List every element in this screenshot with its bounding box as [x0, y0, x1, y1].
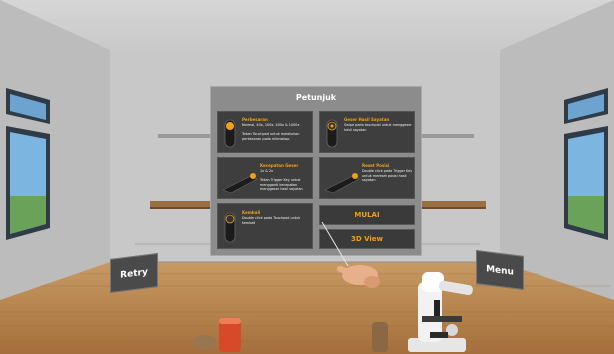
start-button[interactable]: MULAI: [319, 205, 415, 225]
card-title: Kecepatan Geser: [260, 163, 299, 168]
card-text: 1x & 2x Tekan Trigger Key untuk menggant…: [260, 169, 303, 192]
card-title: Reset Posisi: [362, 163, 390, 168]
touchpad-back-controller-icon: [224, 212, 236, 243]
retry-button[interactable]: Retry: [110, 253, 158, 293]
trigger-controller-icon: [222, 173, 258, 194]
3d-view-button[interactable]: 3D View: [319, 229, 415, 249]
card-title: Perbesaran: [242, 117, 268, 122]
instruction-card-shift-speed: Kecepatan Geser 1x & 2x Tekan Trigger Ke…: [217, 157, 313, 199]
card-text: Double click pada Touchpad untuk kembali: [242, 216, 301, 225]
instruction-card-back: Kembali Double click pada Touchpad untuk…: [217, 203, 313, 249]
instruction-card-magnification: Perbesaran Normal, 40x, 100x, 400x & 100…: [217, 111, 313, 153]
instruction-card-reset-position: Reset Posisi Double click pada Trigger K…: [319, 157, 415, 199]
card-title: Geser Hasil Sayatan: [344, 117, 390, 122]
vr-lab-scene: Petunjuk Perbesaran Normal, 40x, 100x, 4…: [0, 0, 614, 354]
trigger-reset-controller-icon: [324, 173, 360, 194]
card-text: Normal, 40x, 100x, 400x & 1000x Tekan To…: [242, 123, 300, 141]
panel-title: Petunjuk: [295, 93, 337, 102]
card-text: Swipe pada touchpad untuk menggeser hasi…: [344, 123, 412, 132]
instruction-card-slide-shift: Geser Hasil Sayatan Swipe pada touchpad …: [319, 111, 415, 153]
touchpad-swipe-controller-icon: [326, 119, 338, 148]
menu-button[interactable]: Menu: [476, 250, 524, 290]
touchpad-controller-icon: [224, 119, 236, 148]
instruction-panel: Petunjuk Perbesaran Normal, 40x, 100x, 4…: [210, 86, 422, 256]
card-text: Double click pada Trigger Key untuk mere…: [362, 169, 413, 183]
card-title: Kembali: [242, 210, 261, 215]
